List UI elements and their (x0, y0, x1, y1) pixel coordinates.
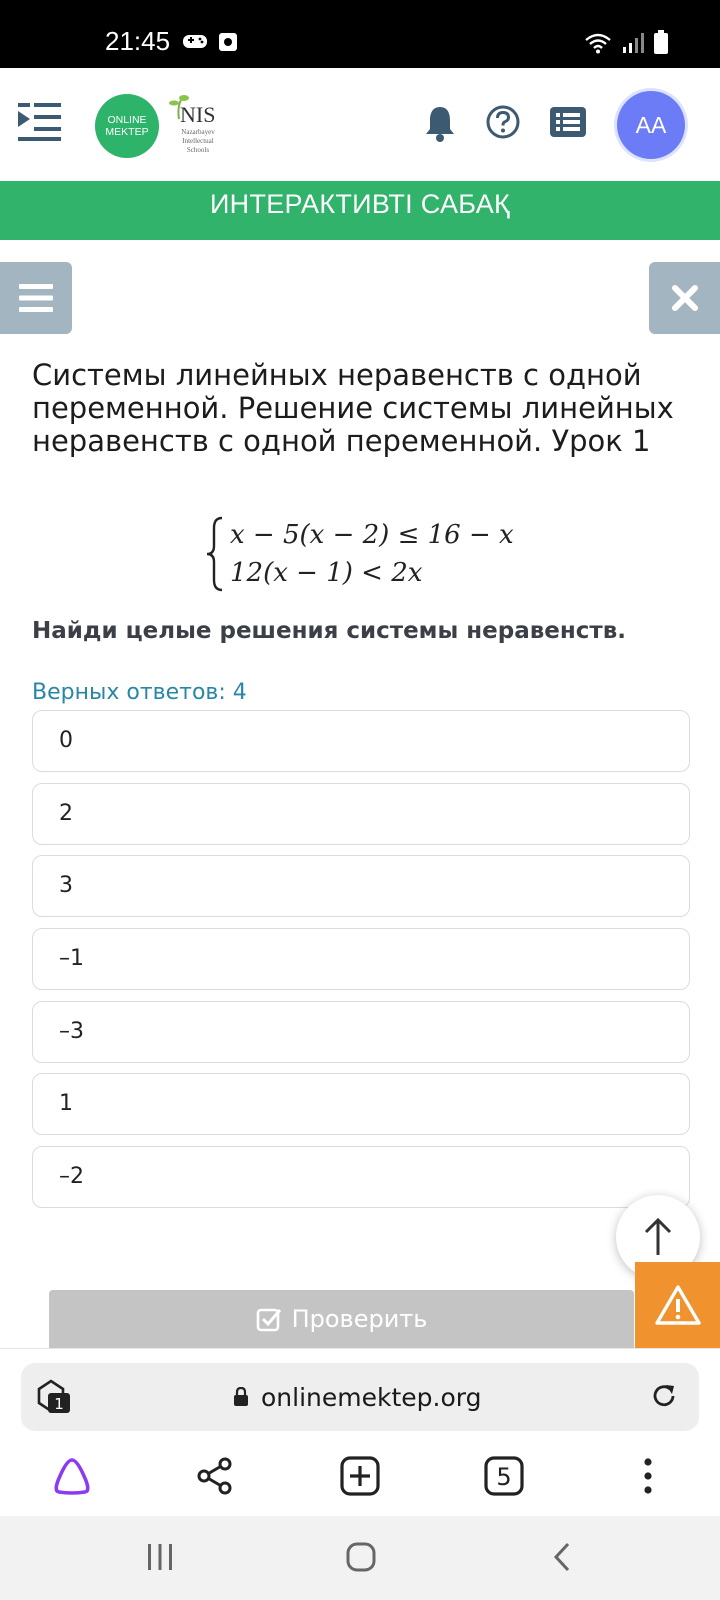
wifi-icon (585, 33, 611, 54)
back-button[interactable] (552, 1542, 572, 1576)
answer-option[interactable]: –2 (32, 1146, 690, 1208)
home-button[interactable] (346, 1542, 376, 1576)
signal-icon (623, 33, 644, 53)
new-tab-icon (340, 1456, 380, 1496)
user-avatar[interactable]: AA (617, 91, 685, 159)
share-icon (197, 1457, 232, 1495)
check-button[interactable]: Проверить (49, 1290, 634, 1348)
question-text: Найди целые решения системы неравенств. (32, 618, 627, 644)
check-button-label: Проверить (291, 1305, 428, 1333)
sidebar-toggle-icon (18, 103, 61, 141)
lesson-menu-button[interactable] (0, 262, 72, 334)
online-mektep-logo[interactable]: ONLINE MEKTEP (95, 94, 159, 158)
tab-group-icon: 1 (37, 1379, 70, 1413)
help-button[interactable] (485, 104, 521, 144)
url-text: onlinemektep.org (261, 1383, 482, 1412)
list-icon (550, 107, 586, 137)
system-navigation-bar (0, 1516, 720, 1600)
notifications-button[interactable] (424, 104, 456, 146)
back-icon (553, 1542, 570, 1572)
answer-option[interactable]: 0 (32, 710, 690, 772)
warning-icon (654, 1285, 701, 1325)
reload-button[interactable] (651, 1383, 677, 1413)
system-inequality-1: x − 5(x − 2) ≤ 16 − x (230, 520, 514, 550)
sidebar-toggle[interactable] (16, 101, 62, 145)
lesson-title: Системы линейных неравенств с одной пере… (32, 358, 674, 458)
more-menu-button[interactable] (626, 1454, 670, 1498)
lesson-banner: ИНТЕРАКТИВТІ САБАҚ (0, 181, 720, 240)
new-tab-button[interactable] (338, 1454, 382, 1498)
close-lesson-button[interactable] (649, 262, 720, 334)
nis-logo: NIS Nazarbayev Intellectual Schools (166, 94, 226, 158)
answer-option[interactable]: 2 (32, 783, 690, 845)
alice-assistant-button[interactable] (50, 1454, 94, 1498)
tab-group-badge: 1 (54, 1395, 64, 1413)
answer-option[interactable]: –3 (32, 1001, 690, 1063)
battery-icon (654, 30, 668, 54)
answer-option[interactable]: 3 (32, 855, 690, 917)
close-icon (671, 285, 698, 311)
report-problem-button[interactable] (635, 1262, 720, 1348)
recents-button[interactable] (146, 1542, 174, 1576)
reload-icon (653, 1385, 675, 1407)
checkbox-check-icon (256, 1308, 281, 1332)
inequality-system: x − 5(x − 2) ≤ 16 − x 12(x − 1) < 2x (204, 516, 524, 596)
correct-answers-count: Верных ответов: 4 (32, 680, 247, 705)
home-icon (346, 1542, 376, 1572)
status-time: 21:45 (105, 26, 171, 56)
screenshot-icon (219, 33, 237, 51)
open-tabs-button[interactable]: 5 (482, 1454, 526, 1498)
gamepad-icon (183, 35, 207, 48)
open-tabs-count: 5 (496, 1463, 511, 1491)
tabs-count-icon: 5 (484, 1456, 524, 1496)
answer-option[interactable]: –1 (32, 928, 690, 990)
bell-icon (426, 107, 454, 142)
more-icon (644, 1458, 652, 1494)
system-brace (206, 516, 223, 592)
browser-bottom-nav: 5 (0, 1436, 720, 1516)
system-inequality-2: 12(x − 1) < 2x (230, 558, 423, 588)
answer-option[interactable]: 1 (32, 1073, 690, 1135)
share-button[interactable] (193, 1454, 237, 1498)
lessons-list-button[interactable] (550, 107, 586, 141)
help-icon (486, 105, 520, 139)
app-header: ONLINE MEKTEP NIS Nazarbayev Intellectua… (0, 68, 720, 181)
lock-icon (234, 1387, 248, 1406)
tab-group-button[interactable]: 1 (35, 1379, 73, 1419)
recents-icon (148, 1544, 172, 1570)
alice-icon (54, 1458, 90, 1495)
browser-address-area: 1 onlinemektep.org (0, 1348, 720, 1436)
address-bar[interactable]: 1 onlinemektep.org (21, 1363, 699, 1431)
hamburger-icon (19, 284, 53, 312)
arrow-up-icon (644, 1217, 672, 1255)
status-bar: 21:45 (0, 0, 720, 68)
